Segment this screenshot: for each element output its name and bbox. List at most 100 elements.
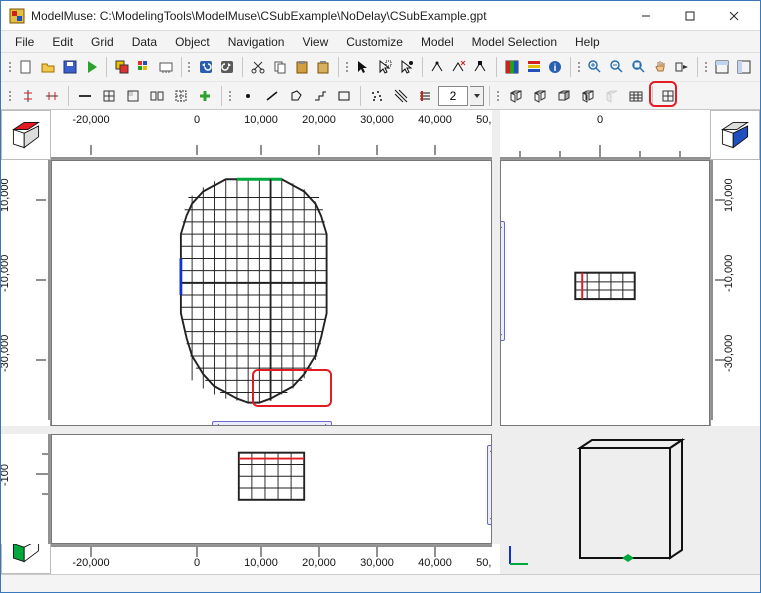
show-top-icon[interactable] bbox=[712, 56, 732, 78]
rect-fill-icon[interactable] bbox=[122, 85, 144, 107]
zoom-extents-icon[interactable] bbox=[629, 56, 649, 78]
paste-icon[interactable] bbox=[292, 56, 312, 78]
show-front-icon[interactable] bbox=[734, 56, 754, 78]
ruler-tick-label: -30,000 bbox=[1, 335, 11, 372]
line-icon[interactable] bbox=[74, 85, 96, 107]
point-icon[interactable] bbox=[397, 56, 417, 78]
hatch-icon[interactable] bbox=[390, 85, 412, 107]
palette-icon[interactable] bbox=[134, 56, 154, 78]
box-icon[interactable] bbox=[333, 85, 355, 107]
vertex-delete-icon[interactable] bbox=[449, 56, 469, 78]
add-icon[interactable] bbox=[194, 85, 216, 107]
close-button[interactable] bbox=[712, 2, 756, 30]
ruler-right-side: 10,000 -10,000 -30,000 bbox=[710, 160, 760, 426]
toolbar-grip[interactable] bbox=[576, 57, 581, 77]
quad-icon[interactable] bbox=[170, 85, 192, 107]
toolbar-grip[interactable] bbox=[495, 86, 501, 106]
polygon-icon[interactable] bbox=[285, 85, 307, 107]
toolbar-grip[interactable] bbox=[227, 86, 233, 106]
run-icon[interactable] bbox=[82, 56, 102, 78]
status-bar bbox=[1, 574, 760, 592]
point-tool-icon[interactable] bbox=[237, 85, 259, 107]
menu-view[interactable]: View bbox=[294, 33, 336, 51]
cube-back-icon[interactable] bbox=[529, 85, 551, 107]
menu-file[interactable]: File bbox=[7, 33, 42, 51]
pan-icon[interactable] bbox=[651, 56, 671, 78]
front-view[interactable] bbox=[51, 434, 492, 544]
undo-icon[interactable] bbox=[196, 56, 216, 78]
zoom-in-icon[interactable] bbox=[585, 56, 605, 78]
top-view[interactable] bbox=[51, 160, 492, 426]
splitter[interactable] bbox=[492, 434, 500, 544]
ruler-tick-label: -20,000 bbox=[72, 114, 109, 126]
vertex-move-icon[interactable] bbox=[471, 56, 491, 78]
toolbar-grip[interactable] bbox=[186, 57, 191, 77]
menu-help[interactable]: Help bbox=[567, 33, 608, 51]
minimize-button[interactable] bbox=[624, 2, 668, 30]
new-file-icon[interactable] bbox=[16, 56, 36, 78]
menu-customize[interactable]: Customize bbox=[338, 33, 411, 51]
menu-object[interactable]: Object bbox=[167, 33, 218, 51]
ruler-left-main: 10,000 -10,000 -30,000 bbox=[1, 160, 51, 426]
ruler-tick-label: 30,000 bbox=[360, 114, 394, 126]
splitter[interactable] bbox=[1, 426, 760, 434]
ruler-tick-label: 0 bbox=[194, 114, 200, 126]
save-icon[interactable] bbox=[60, 56, 80, 78]
spray-icon[interactable] bbox=[366, 85, 388, 107]
menu-model-selection[interactable]: Model Selection bbox=[464, 33, 565, 51]
toolbar-grip[interactable] bbox=[7, 86, 13, 106]
splitter[interactable] bbox=[492, 110, 500, 160]
step-icon[interactable] bbox=[309, 85, 331, 107]
section-icon[interactable] bbox=[414, 85, 436, 107]
toolbar-grip[interactable] bbox=[7, 57, 12, 77]
copy-icon[interactable] bbox=[270, 56, 290, 78]
ruler-tick-label: 0 bbox=[597, 114, 603, 126]
menu-navigation[interactable]: Navigation bbox=[220, 33, 293, 51]
menu-grid[interactable]: Grid bbox=[83, 33, 122, 51]
maximize-button[interactable] bbox=[668, 2, 712, 30]
axis-gizmo-icon bbox=[506, 540, 534, 568]
color-by-icon[interactable] bbox=[502, 56, 522, 78]
titlebar: ModelMuse: C:\ModelingTools\ModelMuse\CS… bbox=[1, 1, 760, 31]
menu-data[interactable]: Data bbox=[124, 33, 165, 51]
cube-side-button[interactable] bbox=[710, 110, 760, 160]
arrow-icon[interactable] bbox=[354, 56, 374, 78]
width-dropdown[interactable] bbox=[470, 86, 484, 106]
cube-wire-icon[interactable] bbox=[577, 85, 599, 107]
snap-icon[interactable] bbox=[17, 85, 39, 107]
export-icon[interactable] bbox=[156, 56, 176, 78]
layers-icon[interactable] bbox=[112, 56, 132, 78]
top-view-h-slider[interactable] bbox=[212, 421, 332, 426]
line-tool-icon[interactable] bbox=[261, 85, 283, 107]
toolbar-grip[interactable] bbox=[344, 57, 349, 77]
splitter[interactable] bbox=[492, 160, 500, 426]
lasso-icon[interactable] bbox=[375, 56, 395, 78]
go-to-icon[interactable] bbox=[672, 56, 692, 78]
menu-model[interactable]: Model bbox=[413, 33, 462, 51]
toolbar-grip[interactable] bbox=[703, 57, 708, 77]
grid-shell-icon[interactable] bbox=[658, 85, 680, 107]
width-input[interactable]: 2 bbox=[438, 86, 468, 106]
info-icon[interactable]: i bbox=[545, 56, 565, 78]
open-icon[interactable] bbox=[38, 56, 58, 78]
menu-edit[interactable]: Edit bbox=[44, 33, 81, 51]
perspective-view[interactable] bbox=[500, 434, 760, 574]
delete-icon[interactable] bbox=[314, 56, 334, 78]
cut-icon[interactable] bbox=[248, 56, 268, 78]
rect-icon[interactable] bbox=[98, 85, 120, 107]
grid-3d-icon[interactable] bbox=[625, 85, 647, 107]
multi-rect-icon[interactable] bbox=[146, 85, 168, 107]
ruler-tick-label: 10,000 bbox=[1, 178, 11, 212]
side-view[interactable] bbox=[500, 160, 710, 426]
redo-icon[interactable] bbox=[218, 56, 238, 78]
legend-icon[interactable] bbox=[524, 56, 544, 78]
side-view-v-slider[interactable] bbox=[500, 221, 505, 341]
ruler-tick-label: -100 bbox=[1, 464, 11, 486]
cube-front-icon[interactable] bbox=[505, 85, 527, 107]
cube-top-button[interactable] bbox=[1, 110, 51, 160]
zoom-out-icon[interactable] bbox=[607, 56, 627, 78]
snap-grid-icon[interactable] bbox=[41, 85, 63, 107]
cube-shaded-icon[interactable] bbox=[553, 85, 575, 107]
front-view-v-slider[interactable] bbox=[487, 445, 492, 525]
vertex-insert-icon[interactable] bbox=[428, 56, 448, 78]
